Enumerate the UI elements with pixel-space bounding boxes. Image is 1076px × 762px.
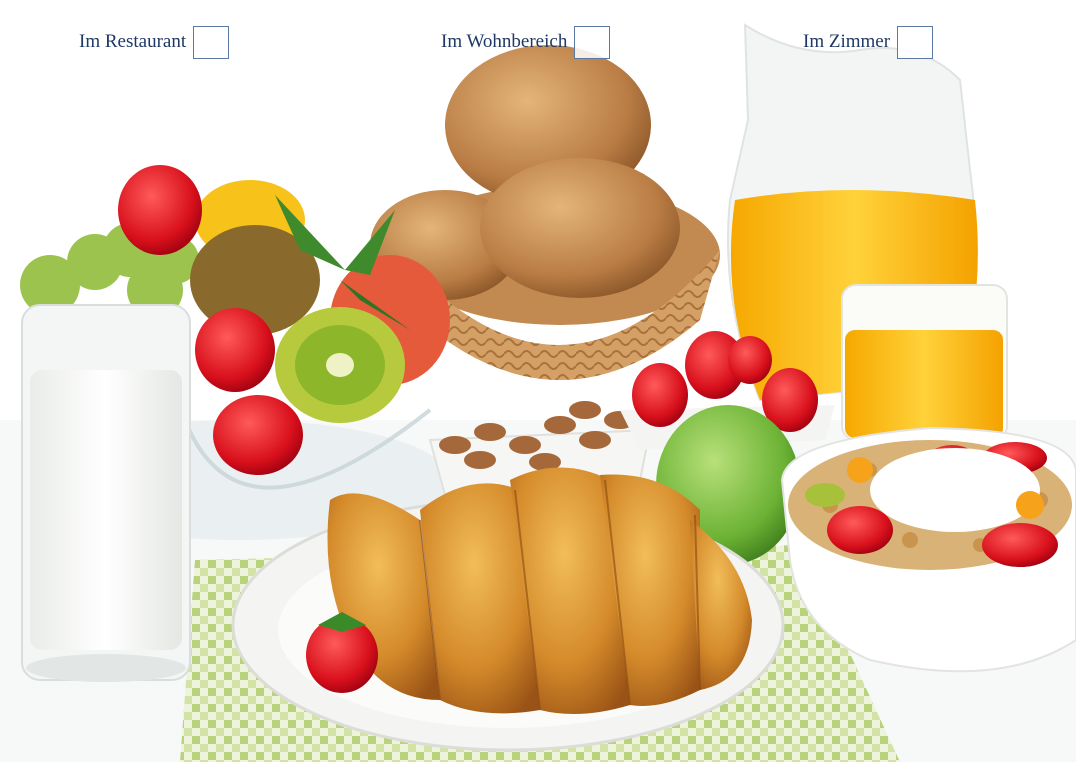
option-zimmer-checkbox[interactable] xyxy=(897,25,934,59)
breakfast-photo xyxy=(0,23,1076,762)
option-restaurant-checkbox[interactable] xyxy=(193,25,230,59)
option-wohnbereich[interactable]: Im Wohnbereich xyxy=(441,24,611,60)
option-wohnbereich-label: Im Wohnbereich xyxy=(441,31,568,52)
breakfast-form-page: Im Restaurant Im Wohnbereich Im Zimmer xyxy=(0,0,1076,762)
option-restaurant-label: Im Restaurant xyxy=(79,31,187,52)
option-restaurant[interactable]: Im Restaurant xyxy=(79,24,230,60)
option-zimmer-label: Im Zimmer xyxy=(803,31,891,52)
option-wohnbereich-checkbox[interactable] xyxy=(574,25,611,59)
option-zimmer[interactable]: Im Zimmer xyxy=(803,24,934,60)
milk-glass-icon xyxy=(21,304,191,682)
orange-juice-glass-icon xyxy=(841,284,1008,441)
